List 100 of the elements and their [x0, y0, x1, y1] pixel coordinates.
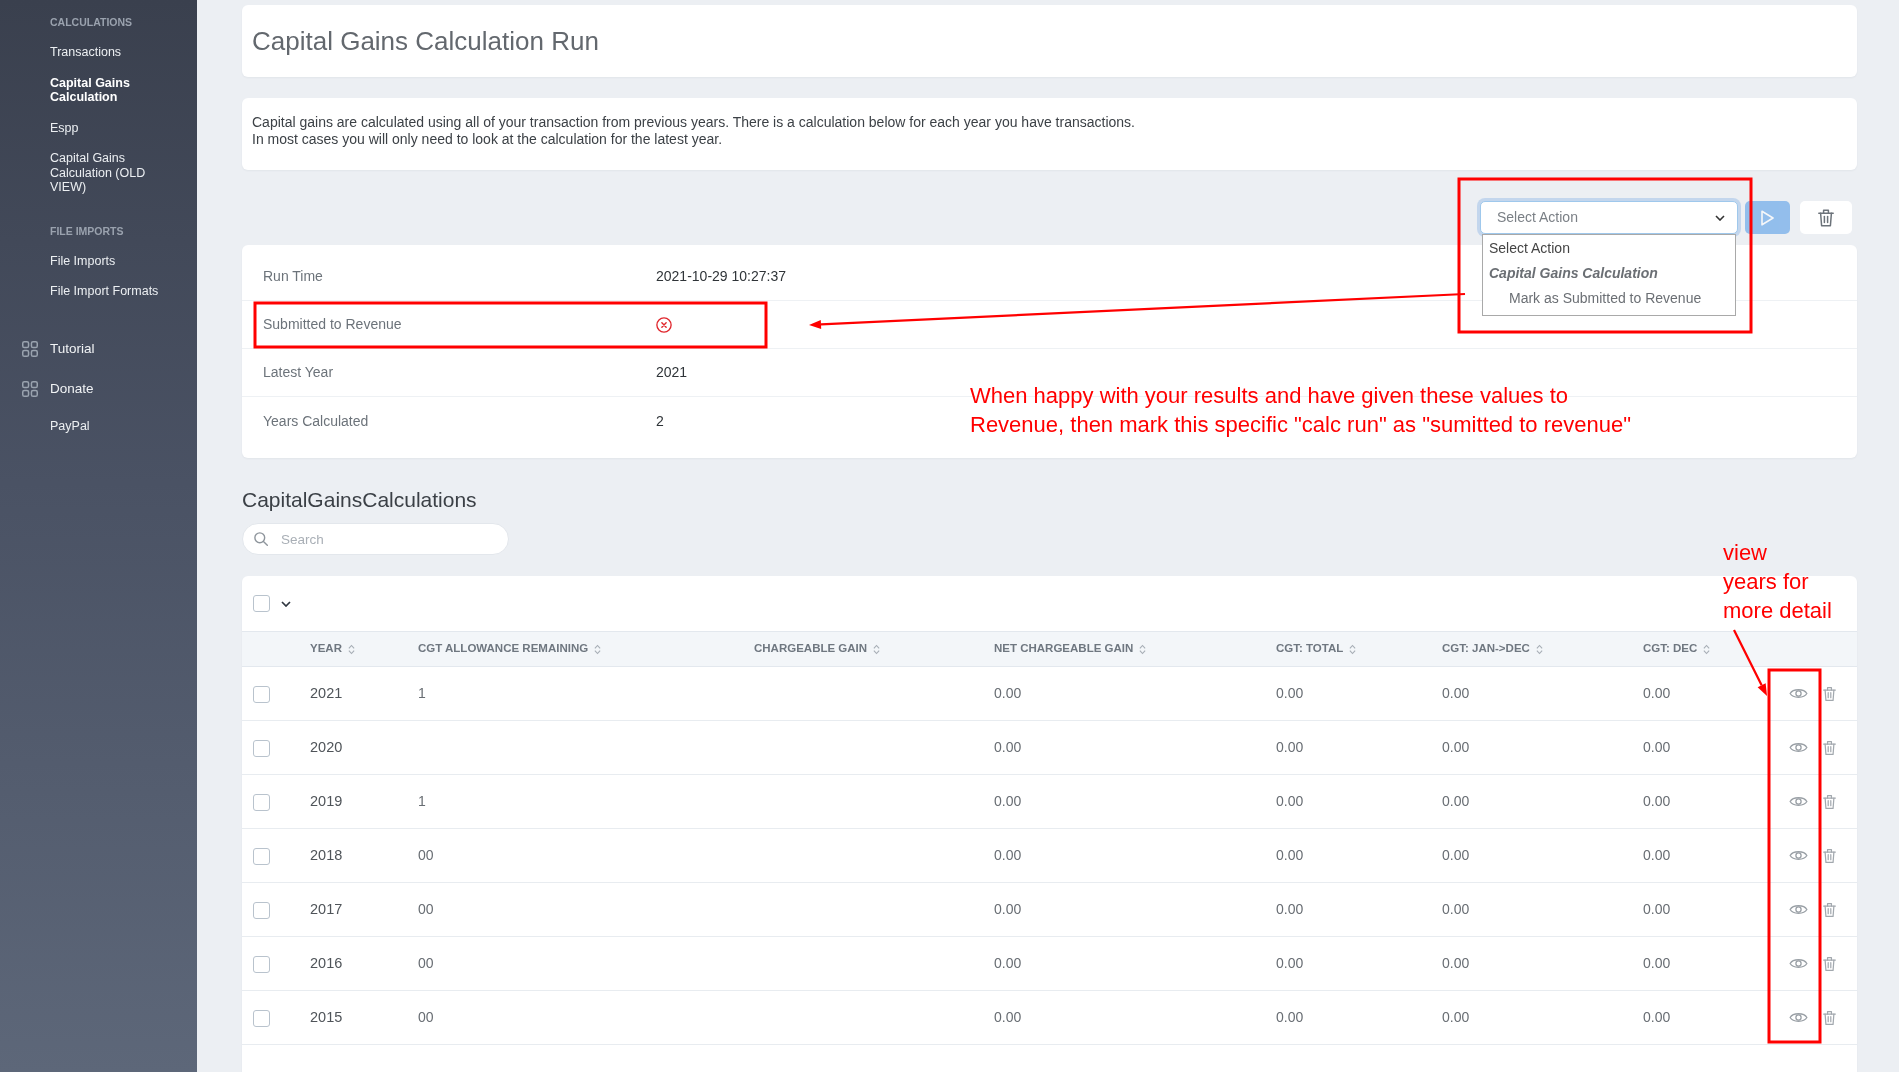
dropdown-option[interactable]: Select Action: [1483, 236, 1735, 261]
sidebar-item[interactable]: Capital Gains Calculation (OLD VIEW): [50, 143, 168, 203]
row-checkbox[interactable]: [253, 955, 270, 973]
annotation-text: When happy with your results and have given these values to Revenue, then mark this specific "calc run" as "sumitted to revenue": [970, 382, 1631, 439]
trash-icon: [1823, 847, 1836, 864]
table-cell: 0.00: [1276, 1009, 1304, 1025]
table-cell: 0.00: [1643, 739, 1671, 755]
play-icon: [1761, 209, 1774, 226]
field-label: Latest Year: [263, 363, 335, 382]
sort-icon: [347, 643, 355, 655]
table-cell: 0.00: [1442, 955, 1470, 971]
delete-row-button[interactable]: [1823, 847, 1836, 864]
trash-icon: [1818, 208, 1834, 227]
sidebar-item[interactable]: Espp: [50, 112, 168, 143]
description-text: Capital gains are calculated using all of your transaction from previous years. There is a calculation below for each year you have transactions. In most cases you will only need to look at the calculation for the latest year.: [252, 114, 1136, 148]
table-cell: 0.00: [1276, 955, 1304, 971]
row-checkbox[interactable]: [253, 847, 270, 865]
eye-icon: [1789, 795, 1808, 808]
view-button[interactable]: [1789, 1011, 1808, 1024]
row-checkbox[interactable]: [253, 685, 270, 703]
sort-icon: [1703, 643, 1711, 655]
view-button[interactable]: [1789, 849, 1808, 862]
eye-icon: [1789, 687, 1808, 700]
table-cell: 0.00: [1442, 1009, 1470, 1025]
caret-icon: [281, 600, 291, 607]
grid-icon: [22, 380, 38, 397]
table-cell: 0.00: [1276, 739, 1304, 755]
eye-icon: [1789, 957, 1808, 970]
table-cell: 00: [418, 1009, 434, 1025]
annotation-arrow: [1733, 629, 1767, 696]
trash-icon: [1823, 901, 1836, 918]
eye-icon: [1789, 1011, 1808, 1024]
search-field[interactable]: Search: [242, 523, 509, 555]
table-cell: 0.00: [1276, 847, 1304, 863]
delete-row-button[interactable]: [1823, 955, 1836, 972]
caret-button[interactable]: [281, 600, 291, 607]
table-cell: 2018: [310, 846, 343, 863]
grid-icon: [22, 340, 38, 357]
sidebar-item[interactable]: Donate: [0, 368, 175, 409]
delete-row-button[interactable]: [1823, 793, 1836, 810]
table-cell: 0.00: [1442, 739, 1470, 755]
sidebar-item[interactable]: File Import Formats: [50, 276, 168, 307]
table-cell: 0.00: [994, 739, 1022, 755]
chevron-down-icon: [1715, 214, 1725, 221]
view-button[interactable]: [1789, 687, 1808, 700]
select-all-checkbox[interactable]: [253, 595, 270, 612]
eye-icon: [1789, 849, 1808, 862]
sidebar-item[interactable]: PayPal: [50, 410, 168, 441]
table-cell: 0.00: [1276, 793, 1304, 809]
sidebar-item[interactable]: Tutorial: [0, 328, 175, 369]
table-cell: 2019: [310, 792, 343, 809]
row-checkbox[interactable]: [253, 1009, 270, 1027]
view-button[interactable]: [1789, 741, 1808, 754]
table-cell: 2020: [310, 738, 343, 755]
sidebar-item[interactable]: File Imports: [50, 245, 168, 276]
view-button[interactable]: [1789, 957, 1808, 970]
table-cell: 0.00: [1276, 901, 1304, 917]
row-checkbox[interactable]: [253, 739, 270, 757]
trash-icon: [1823, 739, 1836, 756]
delete-row-button[interactable]: [1823, 685, 1836, 702]
option-group-label: Capital Gains Calculation: [1488, 264, 1659, 283]
table-cell: 00: [418, 901, 434, 917]
table-cell: 0.00: [1643, 847, 1671, 863]
trash-icon: [1823, 685, 1836, 702]
delete-row-button[interactable]: [1823, 901, 1836, 918]
field-label: Submitted to Revenue: [263, 315, 403, 334]
action-select[interactable]: Select Action: [1480, 201, 1738, 234]
page-title: Capital Gains Calculation Run: [252, 25, 599, 57]
table-cell: 0.00: [1643, 1009, 1671, 1025]
annotation-text: view years for more detail: [1723, 539, 1832, 625]
sort-icon: [1349, 643, 1357, 655]
table-cell: 0.00: [994, 955, 1022, 971]
delete-row-button[interactable]: [1823, 1009, 1836, 1026]
sidebar-item[interactable]: Capital Gains Calculation: [50, 67, 168, 113]
sort-icon: [594, 643, 602, 655]
table-cell: 0.00: [1276, 685, 1304, 701]
delete-button[interactable]: [1800, 201, 1852, 234]
view-button[interactable]: [1789, 795, 1808, 808]
view-button[interactable]: [1789, 903, 1808, 916]
table-cell: 0.00: [994, 793, 1022, 809]
table-cell: 0.00: [994, 901, 1022, 917]
dropdown-option[interactable]: Mark as Submitted to Revenue: [1483, 286, 1735, 311]
trash-icon: [1823, 955, 1836, 972]
sidebar-item[interactable]: Transactions: [50, 37, 168, 68]
field-value: 2021-10-29 10:27:37: [656, 267, 786, 286]
row-checkbox[interactable]: [253, 901, 270, 919]
section-heading: CapitalGainsCalculations: [242, 488, 478, 512]
sort-icon: [873, 643, 881, 655]
delete-row-button[interactable]: [1823, 739, 1836, 756]
field-label: Run Time: [263, 267, 324, 286]
search-icon: [254, 532, 268, 546]
trash-icon: [1823, 1009, 1836, 1026]
table-cell: 2016: [310, 954, 343, 971]
field-value: 2: [656, 411, 664, 431]
table-cell: 0.00: [1643, 901, 1671, 917]
eye-icon: [1789, 903, 1808, 916]
sort-icon: [1139, 643, 1147, 655]
table-cell: 0.00: [1442, 847, 1470, 863]
row-checkbox[interactable]: [253, 793, 270, 811]
table-cell: 2015: [310, 1008, 343, 1025]
